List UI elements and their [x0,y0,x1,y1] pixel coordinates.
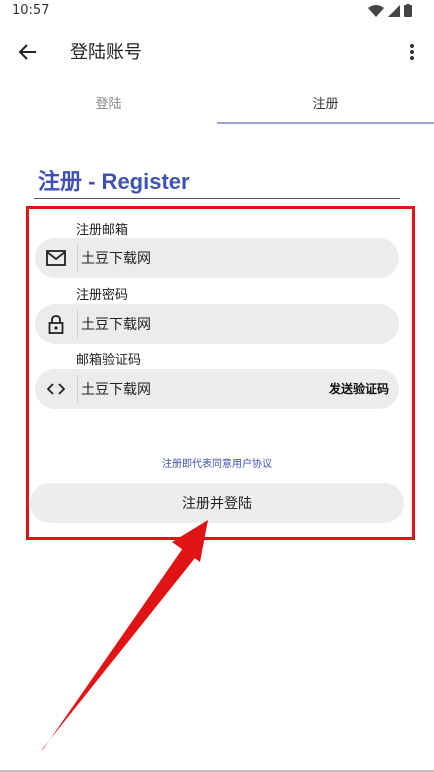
signal-icon [388,4,400,17]
back-button[interactable] [10,34,46,70]
tab-bar: 登陆 注册 [0,82,434,124]
more-vert-icon [410,44,414,60]
battery-icon [404,4,412,17]
back-arrow-icon [18,44,36,60]
more-options-button[interactable] [400,34,424,70]
status-time: 10:57 [12,3,50,18]
status-bar: 10:57 [0,0,434,24]
app-bar: 登陆账号 [0,24,434,80]
page-title: 登陆账号 [70,42,142,63]
tab-register[interactable]: 注册 [217,82,434,122]
highlight-box [26,206,415,540]
tab-indicator [217,122,434,124]
status-icons [368,4,412,17]
title-divider [34,198,400,199]
register-title: 注册 - Register [38,169,190,194]
wifi-icon [368,4,384,17]
tab-login[interactable]: 登陆 [0,82,217,122]
